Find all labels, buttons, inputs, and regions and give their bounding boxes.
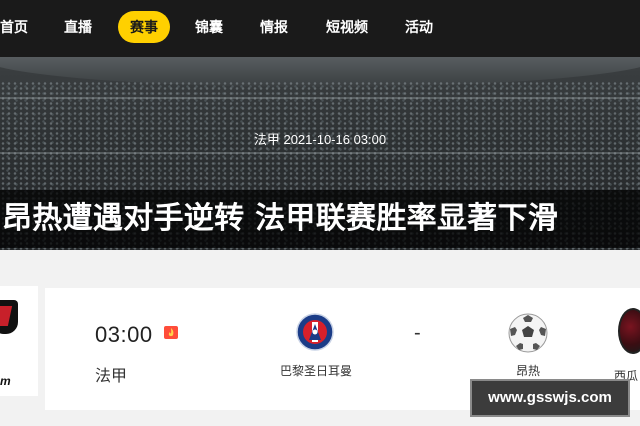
site-watermark: www.gsswjs.com <box>470 379 630 417</box>
nav-item-events[interactable]: 活动 <box>405 0 433 57</box>
vs-separator: - <box>414 322 421 344</box>
psg-logo-icon <box>296 313 334 351</box>
away-team-name: 昂热 <box>515 364 540 378</box>
nav-item-matches-active[interactable]: 赛事 <box>118 11 170 43</box>
nav-item-home[interactable]: 首页 <box>0 0 28 57</box>
stands-rail <box>0 152 640 154</box>
stands-rail <box>0 97 640 99</box>
banner-match-info: 法甲 2021-10-16 03:00 <box>253 132 387 147</box>
headline: 昂热遭遇对手逆转 法甲联赛胜率显著下滑 <box>0 190 640 248</box>
nav-item-short-video[interactable]: 短视频 <box>326 0 368 57</box>
match-league: 法甲 <box>95 368 128 385</box>
nav-item-live[interactable]: 直播 <box>64 0 92 57</box>
right-team-logo-icon <box>618 308 640 354</box>
left-card-text: m <box>0 374 11 388</box>
match-time: 03:00 <box>95 322 153 347</box>
nav-item-intel[interactable]: 情报 <box>260 0 288 57</box>
team-logo-icon <box>0 300 22 340</box>
fire-badge-icon <box>164 326 178 339</box>
nav-item-tips[interactable]: 锦囊 <box>195 0 223 57</box>
soccer-ball-icon <box>508 313 548 353</box>
top-nav: 首页 直播 赛事 锦囊 情报 短视频 活动 <box>0 0 640 57</box>
home-team-name: 巴黎圣日耳曼 <box>280 364 353 378</box>
